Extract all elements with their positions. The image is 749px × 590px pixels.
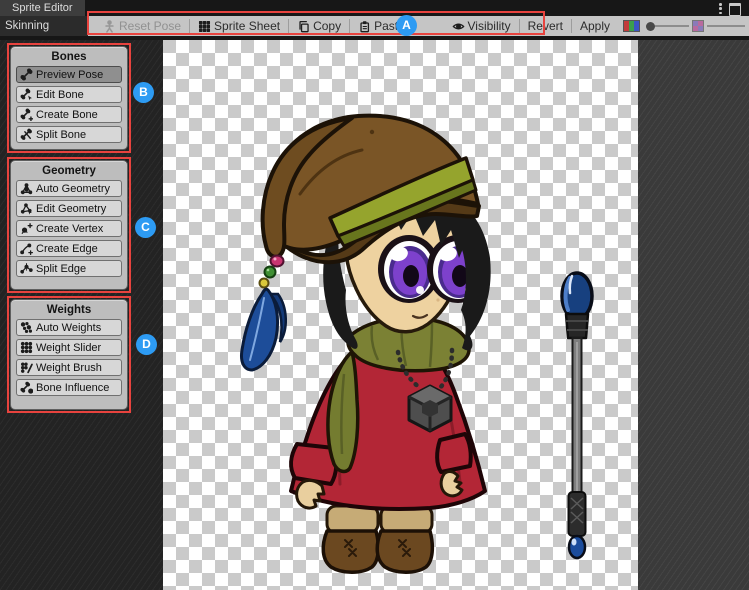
annotation-badge-a: A	[396, 15, 417, 36]
panel-title-bones: Bones	[11, 51, 127, 63]
weight-slider-button[interactable]: Weight Slider	[16, 339, 122, 356]
visibility-button[interactable]: Visibility	[445, 16, 518, 36]
annotation-badge-b: B	[133, 82, 154, 103]
bone-influence-button[interactable]: Bone Influence	[16, 379, 122, 396]
split-edge-button[interactable]: Split Edge	[16, 260, 122, 277]
weight-brush-icon	[20, 361, 33, 374]
edge-split-icon	[20, 262, 33, 275]
geo-edit-icon	[20, 202, 33, 215]
weight-brush-button[interactable]: Weight Brush	[16, 359, 122, 376]
edge-create-icon	[20, 242, 33, 255]
bone-split-icon	[20, 128, 33, 141]
auto-geometry-button[interactable]: Auto Geometry	[16, 180, 122, 197]
split-bone-button[interactable]: Split Bone	[16, 126, 122, 143]
toolbar-separator	[519, 19, 520, 33]
toolbar-separator	[288, 19, 289, 33]
character-sprite	[241, 116, 490, 573]
edit-bone-button[interactable]: Edit Bone	[16, 86, 122, 103]
panel-title-geometry: Geometry	[11, 165, 127, 177]
reset-pose-button[interactable]: Reset Pose	[96, 16, 188, 36]
annotation-badge-c: C	[135, 217, 156, 238]
eye-icon	[452, 20, 465, 33]
create-edge-button[interactable]: Create Edge	[16, 240, 122, 257]
preview-pose-button[interactable]: Preview Pose	[16, 66, 122, 83]
mode-dropdown[interactable]: Skinning Editor▾	[0, 16, 88, 36]
tab-sprite-editor[interactable]: Sprite Editor	[0, 0, 85, 16]
create-bone-button[interactable]: Create Bone	[16, 106, 122, 123]
apply-button[interactable]: Apply	[573, 16, 617, 36]
bone-influence-icon	[20, 381, 33, 394]
sprite-artwork	[163, 44, 638, 590]
bones-panel: Bones Preview Pose Edit Bone Create Bone…	[7, 43, 131, 153]
copy-icon	[297, 20, 310, 33]
geometry-panel: Geometry Auto Geometry Edit Geometry Cre…	[7, 157, 131, 293]
sprite-sheet-button[interactable]: Sprite Sheet	[191, 16, 287, 36]
sprite-editor-window: Sprite Editor Skinning Editor▾ Reset Pos…	[0, 0, 749, 590]
pose-icon	[103, 20, 116, 33]
rgb-channel-icon[interactable]	[623, 20, 640, 32]
toolbar: Skinning Editor▾ Reset Pose Sprite Sheet…	[0, 16, 749, 36]
annotation-badge-d: D	[136, 334, 157, 355]
revert-button[interactable]: Revert	[521, 16, 570, 36]
zoom-slider[interactable]	[646, 20, 745, 32]
vertex-create-icon	[20, 222, 33, 235]
weights-auto-icon	[20, 321, 33, 334]
panel-title-weights: Weights	[11, 304, 127, 316]
unity-cube-pendant	[409, 386, 451, 431]
grid-icon	[198, 20, 211, 33]
weights-panel: Weights Auto Weights Weight Slider Weigh…	[7, 296, 131, 413]
copy-button[interactable]: Copy	[290, 16, 348, 36]
kebab-menu-icon[interactable]	[719, 3, 722, 14]
paste-icon	[358, 20, 371, 33]
maximize-icon[interactable]	[729, 3, 741, 16]
create-vertex-button[interactable]: Create Vertex	[16, 220, 122, 237]
toolbar-separator	[349, 19, 350, 33]
toolbar-separator	[571, 19, 572, 33]
bone-edit-icon	[20, 88, 33, 101]
sprite-canvas[interactable]	[163, 36, 638, 590]
edit-geometry-button[interactable]: Edit Geometry	[16, 200, 122, 217]
feather	[241, 289, 285, 370]
geo-auto-icon	[20, 182, 33, 195]
mip-checker-icon[interactable]	[692, 20, 704, 32]
weight-slider-icon	[20, 341, 33, 354]
mip-slider-track[interactable]	[707, 25, 745, 27]
bone-create-icon	[20, 108, 33, 121]
titlebar: Sprite Editor	[0, 0, 749, 16]
hat-beads	[260, 256, 284, 288]
right-backdrop	[638, 36, 749, 590]
bone-eye-icon	[20, 68, 33, 81]
zoom-slider-handle[interactable]	[646, 22, 655, 31]
zoom-slider-track[interactable]	[655, 25, 689, 27]
auto-weights-button[interactable]: Auto Weights	[16, 319, 122, 336]
toolbar-separator	[189, 19, 190, 33]
staff-sprite	[562, 273, 592, 558]
